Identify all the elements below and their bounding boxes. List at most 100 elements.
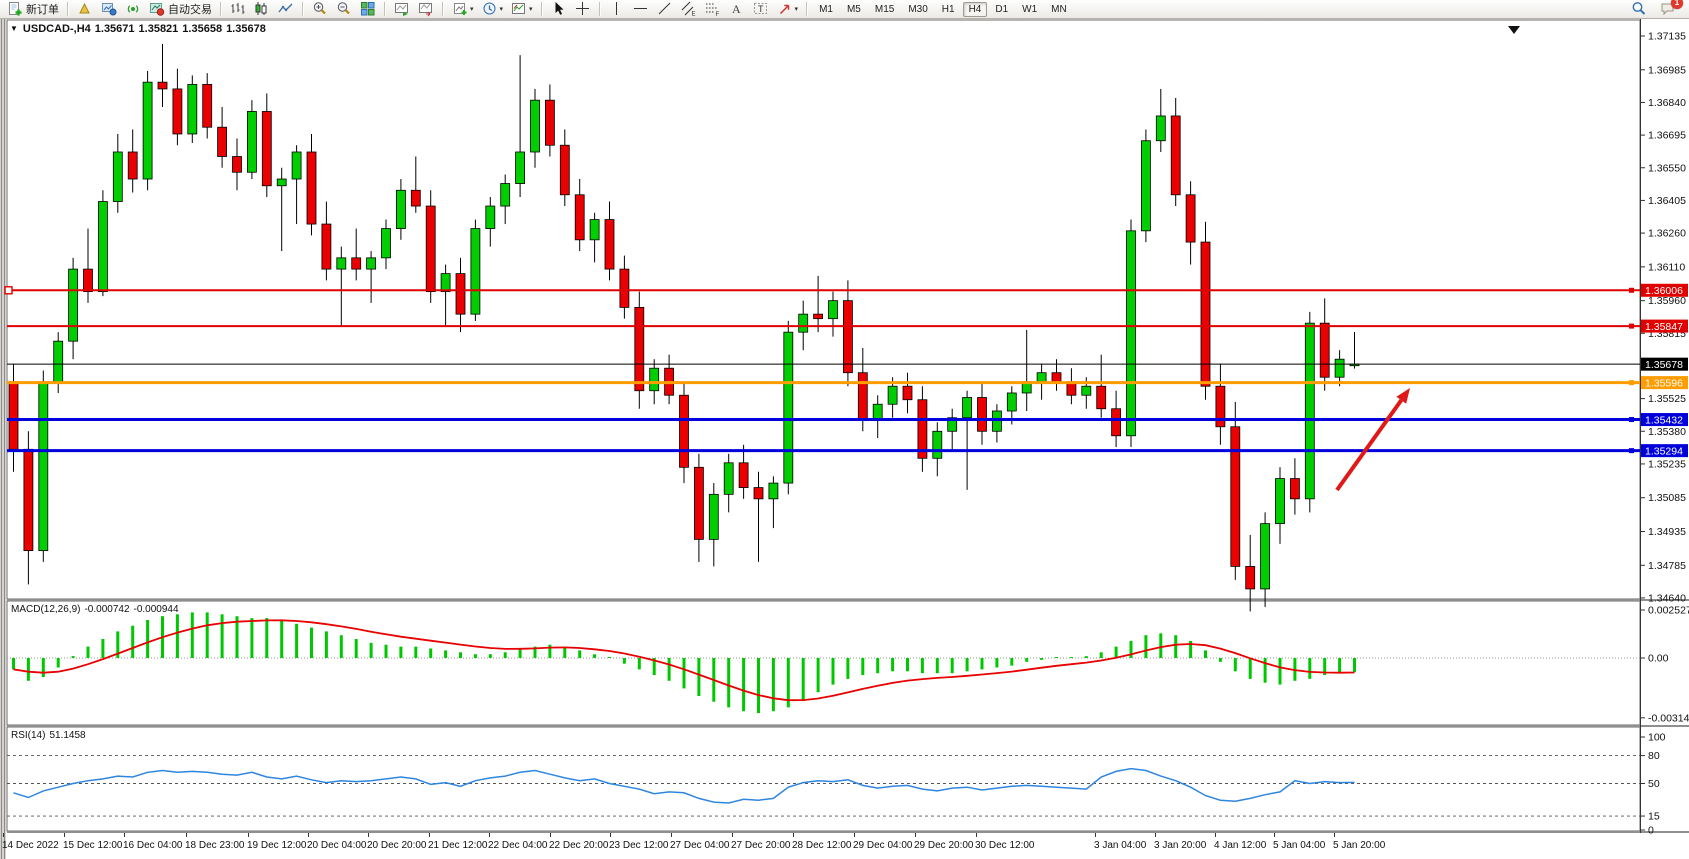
new-chart-menu-dropdown-arrow-icon[interactable]: ▾ (470, 5, 474, 13)
text-button[interactable]: A (726, 0, 748, 19)
templates-menu-dropdown-arrow-icon[interactable]: ▾ (529, 5, 533, 13)
hline-right-handle[interactable] (1629, 324, 1634, 329)
rsi-pane[interactable] (7, 727, 1640, 831)
tile-windows-icon (360, 1, 376, 17)
candle-bullish (709, 494, 718, 539)
new-chart-menu-button[interactable]: ▾ (449, 0, 477, 19)
periods-menu-button[interactable]: ▾ (479, 0, 507, 19)
new-order-label: 新订单 (26, 1, 59, 17)
horizontal-line-button[interactable] (630, 0, 652, 19)
candle-bullish (337, 258, 346, 269)
candle-chart-button[interactable] (251, 0, 273, 19)
price-axis-label: 1.36985 (1648, 64, 1686, 76)
timeframe-MN-button[interactable]: MN (1045, 2, 1073, 17)
vertical-line-button[interactable] (606, 0, 628, 19)
candle-bearish (128, 152, 137, 179)
hline-left-handle[interactable] (5, 287, 12, 294)
timeframe-H4-button[interactable]: H4 (963, 2, 988, 17)
zoom-in-button[interactable] (309, 0, 331, 19)
new-order-button[interactable]: 新订单 (4, 0, 62, 19)
candle-bullish (590, 220, 599, 240)
trendline-button[interactable] (654, 0, 676, 19)
hline-right-handle[interactable] (1629, 417, 1634, 422)
chart-menu-arrow-icon[interactable]: ▼ (10, 24, 18, 33)
toolbar-separator (302, 2, 304, 16)
candle-bullish (98, 202, 107, 292)
equidistant-channel-button[interactable]: E (678, 0, 700, 19)
text-label-icon: T (753, 1, 769, 17)
auto-scroll-button[interactable] (391, 0, 413, 19)
timeframe-M1-button[interactable]: M1 (813, 2, 839, 17)
fibonacci-button[interactable]: F (702, 0, 724, 19)
hline-right-handle[interactable] (1629, 448, 1634, 453)
candle-bullish (1082, 386, 1091, 395)
timeframe-M5-button[interactable]: M5 (841, 2, 867, 17)
rsi-axis-label: 50 (1648, 778, 1660, 790)
notification-count-badge: 1 (1671, 0, 1683, 9)
trendline-icon (657, 1, 673, 17)
candle-bearish (9, 382, 18, 450)
timeframe-D1-button[interactable]: D1 (989, 2, 1014, 17)
candle-bullish (247, 111, 256, 172)
candle-bearish (322, 224, 331, 269)
arrows-menu-dropdown-arrow-icon[interactable]: ▾ (795, 5, 799, 13)
periods-menu-dropdown-arrow-icon[interactable]: ▾ (500, 5, 504, 13)
candle-bearish (635, 307, 644, 390)
macd-main-value: -0.000742 (84, 604, 129, 615)
candle-bearish (680, 395, 689, 467)
line-chart-button[interactable] (275, 0, 297, 19)
candle-bullish (113, 152, 122, 202)
time-axis-label: 27 Dec 20:00 (731, 840, 791, 851)
candle-bearish (694, 467, 703, 539)
candle-bearish (158, 82, 167, 89)
profiles-icon (77, 1, 93, 17)
chart-symbol-period: USDCAD-,H4 (23, 23, 91, 35)
macd-signal-value: -0.000944 (134, 604, 179, 615)
crosshair-button[interactable] (572, 0, 594, 19)
price-axis-label: 1.36550 (1648, 162, 1686, 174)
notifications-button[interactable]: 1 (1657, 0, 1679, 19)
zoom-out-button[interactable] (333, 0, 355, 19)
candle-bearish (814, 314, 823, 319)
candle-bullish (54, 341, 63, 382)
profiles-button[interactable] (74, 0, 96, 19)
candle-chart-icon (254, 1, 270, 17)
candle-bullish (143, 82, 152, 179)
price-badge-label: 1.35596 (1645, 377, 1683, 389)
search-button[interactable] (1628, 0, 1650, 19)
price-axis-label: 1.35380 (1648, 426, 1686, 438)
chart-title: ▼USDCAD-,H41.356711.358211.356581.35678 (10, 23, 270, 35)
tile-windows-button[interactable] (357, 0, 379, 19)
candle-bullish (1141, 141, 1150, 231)
cursor-button[interactable] (548, 0, 570, 19)
timeframe-M30-button[interactable]: M30 (902, 2, 933, 17)
auto-scroll-icon (394, 1, 410, 17)
timeframe-M15-button[interactable]: M15 (869, 2, 900, 17)
chart-shift-icon (418, 1, 434, 17)
timeframe-H1-button[interactable]: H1 (936, 2, 961, 17)
hline-right-handle[interactable] (1629, 288, 1634, 293)
templates-menu-button[interactable]: ▾ (508, 0, 536, 19)
candle-bearish (620, 269, 629, 307)
candle-bullish (888, 386, 897, 404)
price-axis-label: 1.35085 (1648, 492, 1686, 504)
toolbar-separator (541, 2, 543, 16)
signals-button[interactable] (122, 0, 144, 19)
chart-canvas[interactable]: 1.371351.369851.368401.366951.365501.364… (0, 0, 1689, 859)
timeframe-W1-button[interactable]: W1 (1016, 2, 1043, 17)
auto-trading-button[interactable]: 自动交易 (146, 0, 215, 19)
candle-bearish (233, 156, 242, 172)
time-axis-label: 29 Dec 04:00 (853, 840, 913, 851)
market-watch-button[interactable] (98, 0, 120, 19)
hline-right-handle[interactable] (1629, 380, 1634, 385)
arrows-menu-button[interactable]: ▾ (774, 0, 802, 19)
candle-bearish (218, 127, 227, 156)
bar-chart-button[interactable] (227, 0, 249, 19)
chart-shift-button[interactable] (415, 0, 437, 19)
candle-bullish (799, 314, 808, 332)
candle-bullish (382, 229, 391, 258)
text-label-button[interactable]: T (750, 0, 772, 19)
candle-bearish (739, 463, 748, 488)
rsi-axis-label: 15 (1648, 811, 1660, 823)
zoom-in-icon (312, 1, 328, 17)
